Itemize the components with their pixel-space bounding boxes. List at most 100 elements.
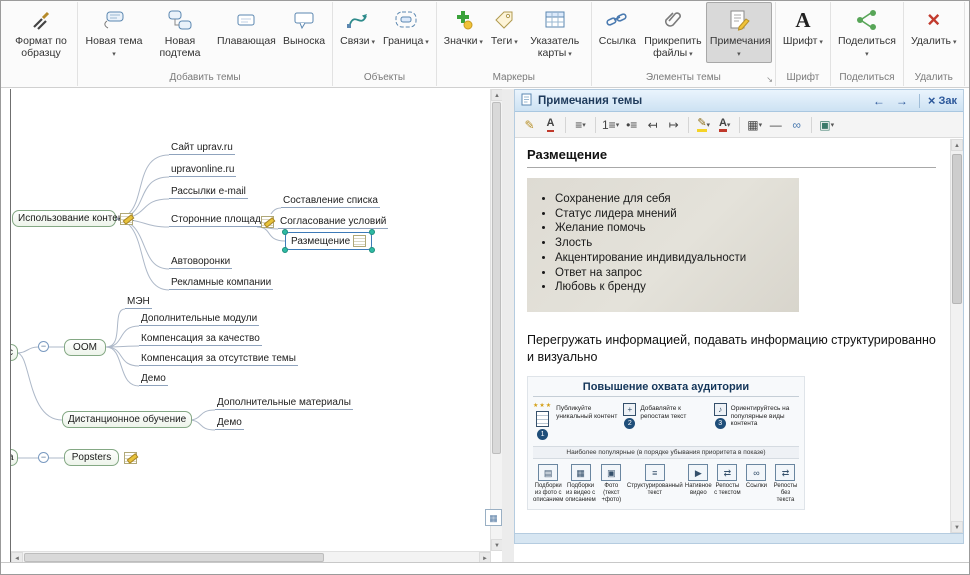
- floating-topic-button[interactable]: Плавающая: [213, 2, 279, 51]
- selection-handle[interactable]: [282, 247, 288, 253]
- tags-button[interactable]: Теги: [487, 2, 522, 51]
- diagram-item-label: Подборки из фото с описанием: [533, 483, 563, 504]
- align-icon[interactable]: ≡: [571, 115, 590, 135]
- scroll-thumb[interactable]: [952, 154, 962, 304]
- boundary-button[interactable]: Граница: [379, 2, 433, 51]
- ribbon-button-label: Ссылка: [599, 36, 636, 48]
- highlighter-icon[interactable]: ✎: [694, 115, 713, 135]
- insert-image-icon[interactable]: ▣: [817, 115, 836, 135]
- ribbon-button-label: Связи: [340, 36, 375, 48]
- note-icon[interactable]: [261, 216, 274, 228]
- ribbon-group-label: Добавить темы: [78, 72, 332, 83]
- ribbon-group-clipboard: Формат по образцу: [5, 2, 78, 86]
- font-dialog-icon[interactable]: A: [541, 115, 560, 135]
- map-topic-terms[interactable]: Согласование условий: [278, 216, 388, 229]
- diagram-item: ⇄ Репосты с текстом: [714, 464, 741, 504]
- diagram-item-label: Репосты без текста: [772, 483, 799, 504]
- table-icon[interactable]: ▦: [745, 115, 764, 135]
- map-topic-absence[interactable]: Компенсация за отсутствие темы: [139, 353, 298, 366]
- map-topic-upravonline[interactable]: upravonline.ru: [169, 164, 236, 177]
- scroll-thumb[interactable]: [492, 102, 501, 454]
- map-topic-oom[interactable]: ООМ: [64, 339, 106, 356]
- dialog-launcher-icon[interactable]: ↘: [766, 75, 773, 84]
- map-topic-third-party[interactable]: Сторонние площадки: [169, 214, 273, 227]
- relationships-icon: [346, 7, 370, 33]
- font-button[interactable]: A Шрифт: [779, 2, 827, 51]
- delete-button[interactable]: × Удалить: [907, 2, 961, 51]
- map-overview-button[interactable]: ▦: [485, 509, 502, 526]
- horizontal-rule-icon[interactable]: —: [766, 115, 785, 135]
- map-topic-ad-companies[interactable]: Рекламные компании: [169, 277, 273, 290]
- notes-panel-header: Примечания темы ← → × Зак: [515, 90, 963, 112]
- new-subtopic-icon: [168, 7, 192, 33]
- map-index-button[interactable]: Указатель карты: [522, 2, 588, 63]
- panel-splitter[interactable]: [502, 89, 514, 563]
- font-color-icon[interactable]: A: [715, 115, 734, 135]
- map-topic-demo1[interactable]: Демо: [139, 373, 168, 386]
- ribbon-button-label: Выноска: [283, 36, 325, 48]
- selection-handle[interactable]: [282, 229, 288, 235]
- link-button[interactable]: Ссылка: [595, 2, 640, 51]
- map-topic-funnels[interactable]: Автоворонки: [169, 256, 232, 269]
- outdent-icon[interactable]: ↤: [643, 115, 662, 135]
- map-topic-demo2[interactable]: Демо: [215, 417, 244, 430]
- link-icon: [605, 7, 629, 33]
- notes-close-button[interactable]: × Зак: [928, 93, 957, 108]
- note-heading: Размещение: [527, 147, 936, 162]
- map-topic-modules[interactable]: Дополнительные модули: [139, 313, 259, 326]
- map-topic-men[interactable]: МЭН: [125, 296, 152, 309]
- diagram-item: ⇄ Репосты без текста: [772, 464, 799, 504]
- ribbon-button-label: Значки: [444, 36, 483, 48]
- floating-topic-icon: [234, 7, 258, 33]
- collapse-toggle[interactable]: −: [38, 341, 49, 352]
- ribbon-button-label: Поделиться: [838, 36, 896, 60]
- map-topic-distance[interactable]: Дистанционное обучение: [62, 411, 192, 428]
- map-topic-usage[interactable]: Использование контента: [12, 210, 116, 227]
- relationships-button[interactable]: Связи: [336, 2, 379, 51]
- video-collection-icon: ▦: [571, 464, 591, 481]
- paperclip-icon: [662, 7, 684, 33]
- scroll-up-icon[interactable]: ▲: [951, 139, 963, 151]
- scroll-thumb[interactable]: [24, 553, 324, 562]
- diagram-item: ≡ Структурированный текст: [627, 464, 683, 504]
- note-bullet: Любовь к бренду: [555, 280, 789, 295]
- map-topic-quality[interactable]: Компенсация за качество: [139, 333, 262, 346]
- note-image-diagram: Повышение охвата аудитории ★★★ 1 Публику…: [527, 376, 805, 511]
- ribbon-button-label: Указатель карты: [526, 36, 584, 60]
- notes-editor[interactable]: Размещение Сохранение для себя Статус ли…: [515, 139, 963, 533]
- note-icon[interactable]: [124, 452, 137, 464]
- map-topic-site[interactable]: Сайт uprav.ru: [169, 142, 235, 155]
- map-topic-list-compilation[interactable]: Составление списка: [281, 195, 380, 208]
- diagram-title: Повышение охвата аудитории: [533, 381, 799, 397]
- attach-files-button[interactable]: Прикрепить файлы: [640, 2, 706, 63]
- numbered-list-icon[interactable]: 1≡: [601, 115, 620, 135]
- insert-link-icon[interactable]: ∞: [787, 115, 806, 135]
- map-vertical-scrollbar[interactable]: ▲ ▦ ▼: [490, 89, 502, 551]
- format-painter-icon: [30, 7, 52, 33]
- note-icon[interactable]: [120, 213, 133, 225]
- mind-map[interactable]: Использование контента Сайт uprav.ru upr…: [11, 89, 491, 551]
- scroll-down-icon[interactable]: ▼: [951, 521, 963, 533]
- new-subtopic-button[interactable]: Новая подтема: [147, 2, 213, 63]
- notes-page[interactable]: Размещение Сохранение для себя Статус ли…: [527, 147, 936, 510]
- indent-icon[interactable]: ↦: [664, 115, 683, 135]
- notes-back-button[interactable]: ←: [870, 94, 888, 108]
- share-button[interactable]: Поделиться: [834, 2, 900, 63]
- icons-button[interactable]: Значки: [440, 2, 487, 51]
- map-canvas[interactable]: Использование контента Сайт uprav.ru upr…: [10, 89, 502, 563]
- note-icon[interactable]: [353, 235, 366, 247]
- callout-button[interactable]: Выноска: [279, 2, 329, 51]
- collapse-toggle[interactable]: −: [38, 452, 49, 463]
- ribbon-group-label: Удалить: [904, 72, 964, 83]
- map-topic-popsters[interactable]: Popsters: [64, 449, 119, 466]
- notes-button[interactable]: Примечания: [706, 2, 772, 63]
- map-topic-materials[interactable]: Дополнительные материалы: [215, 397, 353, 410]
- map-topic-email[interactable]: Рассылки e-mail: [169, 186, 248, 199]
- new-topic-button[interactable]: Новая тема: [81, 2, 147, 63]
- notes-forward-button[interactable]: →: [893, 94, 911, 108]
- notes-vertical-scrollbar[interactable]: ▲ ▼: [950, 139, 963, 533]
- map-topic-placement-selected[interactable]: Размещение: [285, 232, 372, 250]
- format-painter-button[interactable]: Формат по образцу: [8, 2, 74, 63]
- bullet-list-icon[interactable]: •≡: [622, 115, 641, 135]
- clear-format-icon[interactable]: ✎: [520, 115, 539, 135]
